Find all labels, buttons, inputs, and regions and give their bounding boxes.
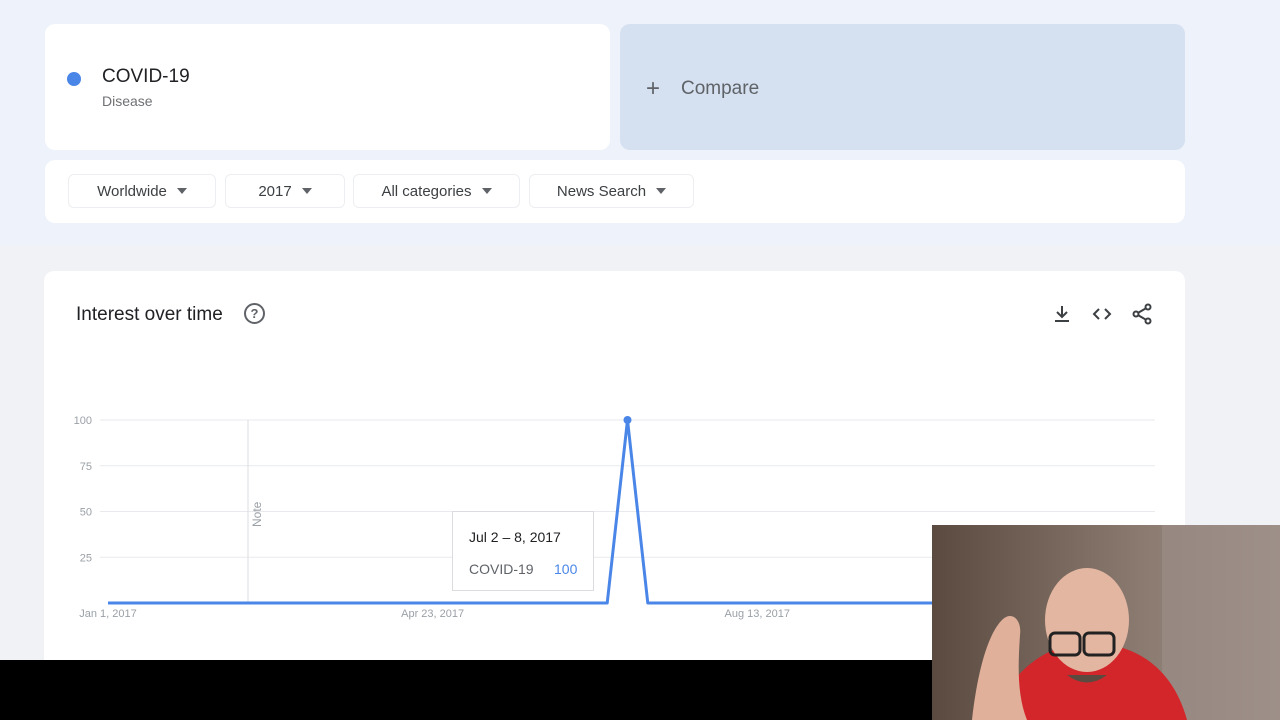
webcam-overlay (932, 525, 1280, 720)
y-tick-label: 25 (80, 552, 92, 564)
y-tick-label: 100 (74, 415, 92, 427)
note-label: Note (250, 501, 264, 527)
x-tick-label: Apr 23, 2017 (401, 608, 464, 620)
y-tick-label: 75 (80, 461, 92, 473)
tooltip-date: Jul 2 – 8, 2017 (469, 529, 561, 545)
tooltip-value: 100 (554, 561, 578, 577)
x-tick-label: Aug 13, 2017 (725, 608, 790, 620)
x-tick-label: Jan 1, 2017 (79, 608, 137, 620)
chart-tooltip: Jul 2 – 8, 2017 COVID-19 100 (452, 511, 594, 591)
y-tick-label: 50 (80, 507, 92, 519)
webcam-presenter-image (932, 525, 1280, 720)
peak-data-point (623, 416, 632, 424)
tooltip-series-name: COVID-19 (469, 561, 534, 577)
